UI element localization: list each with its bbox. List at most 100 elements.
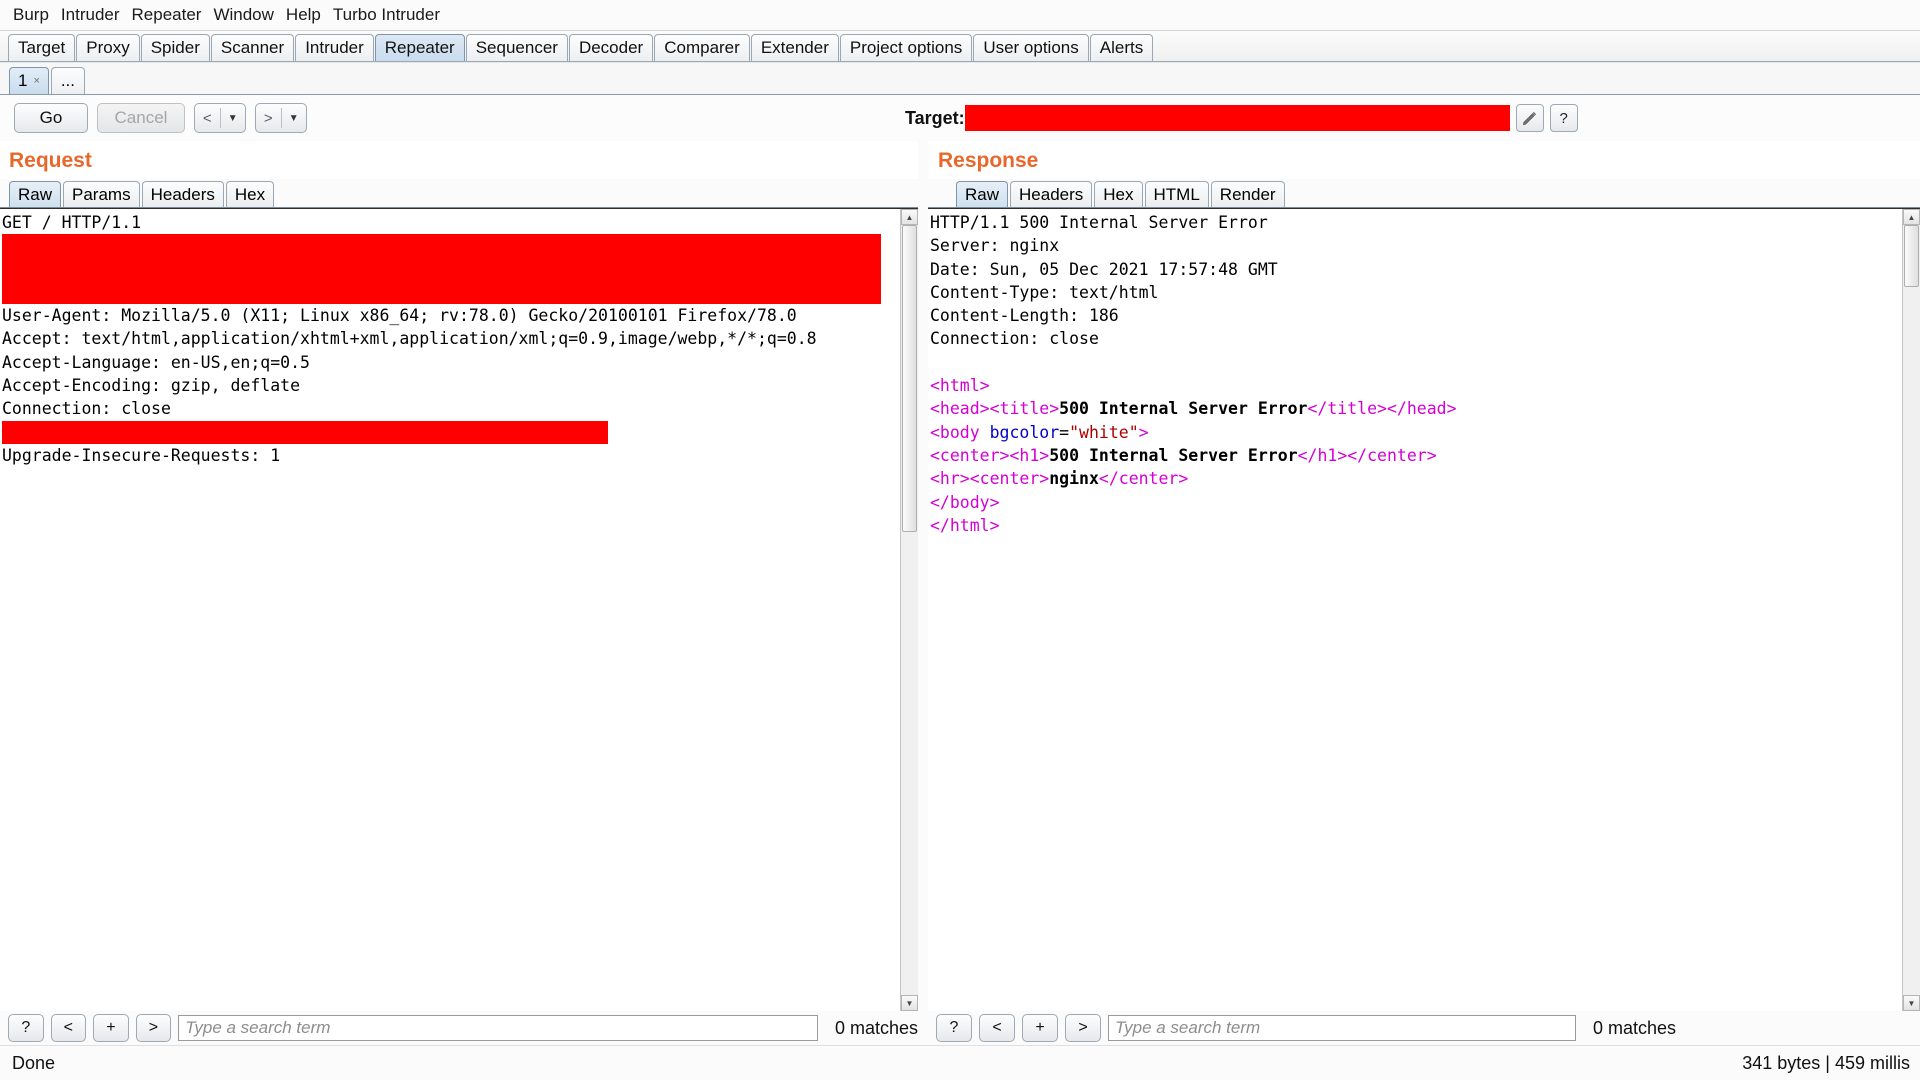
scroll-down-icon[interactable]: ▼	[1903, 995, 1920, 1011]
request-search-next-button[interactable]: >	[136, 1014, 172, 1042]
menu-item-intruder[interactable]: Intruder	[55, 0, 126, 30]
tab-spider[interactable]: Spider	[141, 34, 210, 61]
tab-repeater[interactable]: Repeater	[375, 34, 465, 61]
request-tab-params[interactable]: Params	[63, 181, 140, 207]
tab-sequencer[interactable]: Sequencer	[466, 34, 568, 61]
tab-project-options[interactable]: Project options	[840, 34, 972, 61]
target-label: Target:	[905, 108, 965, 129]
request-line: Connection: close	[2, 397, 900, 420]
response-search-next-button[interactable]: >	[1065, 1014, 1101, 1042]
response-line: HTTP/1.1 500 Internal Server Error	[930, 211, 1902, 234]
cancel-button[interactable]: Cancel	[97, 103, 185, 133]
request-line: Accept: text/html,application/xhtml+xml,…	[2, 327, 900, 350]
burp-suite-window: Burp Intruder Repeater Window Help Turbo…	[0, 0, 1920, 1080]
menu-item-turbo-intruder[interactable]: Turbo Intruder	[327, 0, 446, 30]
scroll-thumb[interactable]	[1904, 225, 1919, 287]
response-search-prev-button[interactable]: <	[979, 1014, 1015, 1042]
response-line: <head><title>500 Internal Server Error</…	[930, 397, 1902, 420]
back-button[interactable]: < ▼	[194, 103, 246, 133]
response-tab-hex[interactable]: Hex	[1094, 181, 1142, 207]
request-tab-bar: Raw Params Headers Hex	[0, 179, 918, 208]
request-search-bar: ? < + > Type a search term 0 matches	[0, 1011, 918, 1045]
response-tab-render[interactable]: Render	[1211, 181, 1285, 207]
back-label: <	[195, 110, 220, 127]
response-tab-raw[interactable]: Raw	[956, 181, 1008, 207]
menu-item-repeater[interactable]: Repeater	[126, 0, 208, 30]
repeater-tab-new[interactable]: ...	[51, 67, 85, 94]
pane-splitter[interactable]	[918, 141, 928, 1045]
response-line: <center><h1>500 Internal Server Error</h…	[930, 444, 1902, 467]
target-area: Target: ?	[905, 95, 1578, 141]
scroll-track[interactable]	[1903, 225, 1920, 995]
response-stats: 341 bytes | 459 millis	[1742, 1053, 1910, 1074]
redacted-line	[2, 421, 900, 444]
scroll-up-icon[interactable]: ▲	[901, 209, 918, 225]
response-line: </body>	[930, 491, 1902, 514]
tab-intruder[interactable]: Intruder	[295, 34, 374, 61]
menu-bar: Burp Intruder Repeater Window Help Turbo…	[0, 0, 1920, 31]
response-search-input[interactable]: Type a search term	[1108, 1015, 1576, 1041]
request-scrollbar[interactable]: ▲ ▼	[900, 209, 918, 1011]
tab-target[interactable]: Target	[8, 34, 75, 61]
response-search-help-button[interactable]: ?	[936, 1014, 972, 1042]
response-editor[interactable]: HTTP/1.1 500 Internal Server ErrorServer…	[928, 209, 1902, 1011]
response-line: Content-Length: 186	[930, 304, 1902, 327]
response-scrollbar[interactable]: ▲ ▼	[1902, 209, 1920, 1011]
status-text: Done	[12, 1053, 55, 1074]
response-line: <html>	[930, 374, 1902, 397]
response-tab-html[interactable]: HTML	[1145, 181, 1209, 207]
request-line: Accept-Encoding: gzip, deflate	[2, 374, 900, 397]
redacted-line	[2, 234, 900, 257]
redacted-line	[2, 281, 900, 304]
chevron-down-icon[interactable]: ▼	[221, 113, 246, 124]
tab-alerts[interactable]: Alerts	[1090, 34, 1153, 61]
tab-decoder[interactable]: Decoder	[569, 34, 653, 61]
redaction-block	[2, 258, 881, 281]
edit-target-button[interactable]	[1516, 104, 1544, 132]
response-line: Content-Type: text/html	[930, 281, 1902, 304]
response-line: Connection: close	[930, 327, 1902, 350]
redaction-block	[2, 421, 608, 444]
request-tab-headers[interactable]: Headers	[142, 181, 224, 207]
menu-item-window[interactable]: Window	[207, 0, 279, 30]
menu-item-burp[interactable]: Burp	[7, 0, 55, 30]
tab-extender[interactable]: Extender	[751, 34, 839, 61]
request-tab-raw[interactable]: Raw	[9, 181, 61, 207]
request-heading: Request	[0, 141, 918, 179]
request-match-count: 0 matches	[835, 1018, 918, 1039]
response-search-add-button[interactable]: +	[1022, 1014, 1058, 1042]
main-tab-bar: Target Proxy Spider Scanner Intruder Rep…	[0, 31, 1920, 62]
help-button[interactable]: ?	[1550, 104, 1578, 132]
close-icon[interactable]: ×	[33, 76, 39, 87]
request-line: GET / HTTP/1.1	[2, 211, 900, 234]
menu-item-help[interactable]: Help	[280, 0, 327, 30]
request-search-prev-button[interactable]: <	[51, 1014, 87, 1042]
tab-user-options[interactable]: User options	[973, 34, 1088, 61]
chevron-down-icon[interactable]: ▼	[282, 113, 307, 124]
scroll-thumb[interactable]	[902, 225, 917, 532]
response-pane: Response Raw Headers Hex HTML Render HTT…	[928, 141, 1920, 1045]
scroll-up-icon[interactable]: ▲	[1903, 209, 1920, 225]
response-line: </html>	[930, 514, 1902, 537]
tab-scanner[interactable]: Scanner	[211, 34, 294, 61]
response-search-bar: ? < + > Type a search term 0 matches	[928, 1011, 1920, 1045]
redaction-block	[2, 281, 881, 304]
response-tab-headers[interactable]: Headers	[1010, 181, 1092, 207]
tab-proxy[interactable]: Proxy	[76, 34, 139, 61]
tab-comparer[interactable]: Comparer	[654, 34, 750, 61]
redacted-line	[2, 258, 900, 281]
repeater-tab-1[interactable]: 1 ×	[9, 67, 49, 94]
go-button[interactable]: Go	[14, 103, 88, 133]
request-search-input[interactable]: Type a search term	[178, 1015, 818, 1041]
request-editor[interactable]: GET / HTTP/1.1User-Agent: Mozilla/5.0 (X…	[0, 209, 900, 1011]
forward-button[interactable]: > ▼	[255, 103, 307, 133]
request-search-add-button[interactable]: +	[93, 1014, 129, 1042]
scroll-down-icon[interactable]: ▼	[901, 995, 918, 1011]
response-heading: Response	[928, 141, 1920, 179]
request-line: Accept-Language: en-US,en;q=0.5	[2, 351, 900, 374]
repeater-tab-bar: 1 × ...	[0, 62, 1920, 95]
response-match-count: 0 matches	[1593, 1018, 1676, 1039]
request-search-help-button[interactable]: ?	[8, 1014, 44, 1042]
target-input[interactable]	[965, 105, 1510, 131]
request-tab-hex[interactable]: Hex	[226, 181, 274, 207]
